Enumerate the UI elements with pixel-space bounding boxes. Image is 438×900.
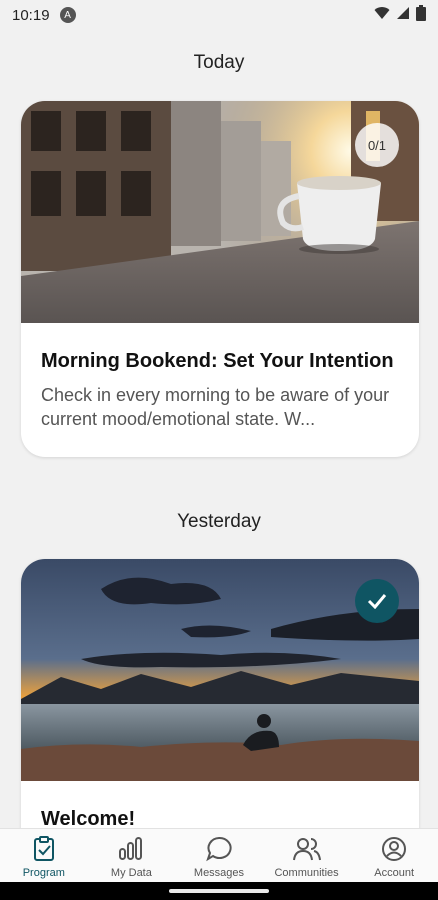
nav-item-account[interactable]: Account [350,829,438,882]
program-feed[interactable]: Today 0/1 Morning Bookend: Set Your Inte… [0,30,438,828]
card-body: Welcome! [21,781,419,828]
progress-badge: 0/1 [355,123,399,167]
clipboard-check-icon [30,835,58,863]
nav-label: Messages [193,867,245,879]
section-label-yesterday: Yesterday [177,511,261,532]
nav-item-communities[interactable]: Communities [263,829,351,882]
nav-label: Communities [274,867,339,879]
nav-label: Program [22,867,65,879]
activity-card-welcome[interactable]: Welcome! [21,559,419,828]
people-icon [292,835,321,863]
app-notification-icon: A [59,7,76,23]
nav-item-messages[interactable]: Messages [175,829,263,882]
signal-icon [396,6,410,24]
status-indicators [374,5,426,25]
home-gesture-handle[interactable] [169,889,269,893]
card-description: Check in every morning to be aware of yo… [41,385,390,429]
card-title: Morning Bookend: Set Your Intention [41,350,394,372]
card-image-coffee: 0/1 [21,101,419,323]
nav-label: My Data [110,867,152,879]
wifi-icon [374,6,390,24]
bar-chart-icon [117,835,145,863]
card-body: Morning Bookend: Set Your Intention Chec… [21,323,419,457]
section-label-today: Today [193,52,245,73]
chat-bubble-icon [205,835,233,863]
nav-label: Account [374,867,415,879]
system-gesture-bar [0,882,438,900]
status-time: 10:19 [12,6,50,24]
battery-icon [416,5,426,25]
activity-card-morning-bookend[interactable]: 0/1 Morning Bookend: Set Your Intention … [21,101,419,457]
card-title: Welcome! [41,808,136,828]
bottom-nav: Program My Data Messages Communities Acc… [0,828,438,882]
account-circle-icon [380,835,408,863]
nav-item-my-data[interactable]: My Data [88,829,176,882]
nav-item-program[interactable]: Program [0,829,88,882]
card-image-sunset [21,559,419,781]
completed-check-icon [355,579,399,623]
status-bar: 10:19 A [0,0,438,30]
